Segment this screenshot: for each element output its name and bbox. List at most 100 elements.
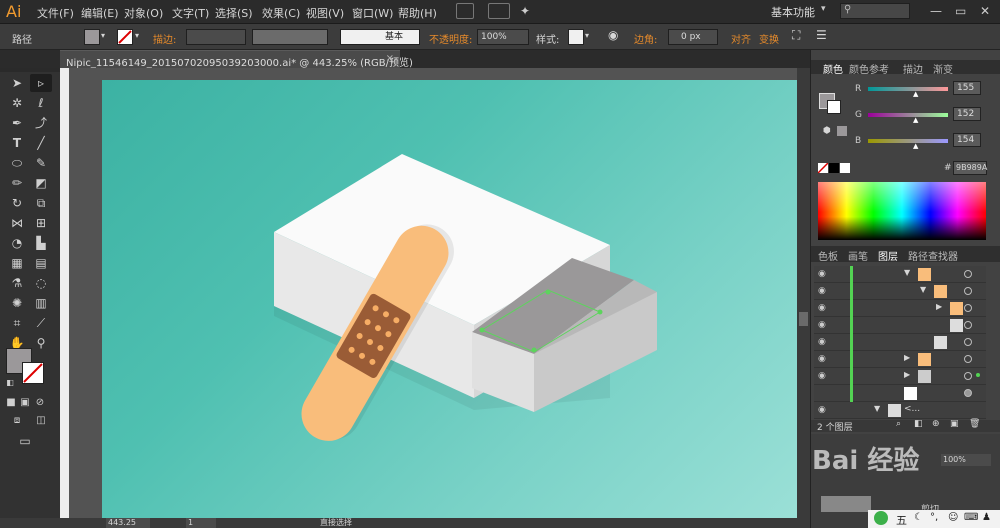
layer-row[interactable]: ◉ ▶ bbox=[814, 351, 986, 368]
color-stroke-swatch[interactable] bbox=[827, 100, 841, 114]
menu-type[interactable]: 文字(T) bbox=[172, 5, 209, 21]
chevron-down-icon[interactable]: ▾ bbox=[821, 4, 826, 14]
color-spectrum[interactable] bbox=[818, 182, 986, 240]
brush-definition[interactable]: 基本 bbox=[340, 29, 420, 45]
opacity-label[interactable]: 不透明度: bbox=[429, 31, 472, 46]
expand-arrow-icon[interactable]: ▶ bbox=[904, 370, 910, 379]
layer-row[interactable]: ◉ ▼ bbox=[814, 266, 986, 283]
layer-row[interactable]: ◉ ▼ bbox=[814, 283, 986, 300]
b-slider-handle[interactable]: ▲ bbox=[913, 142, 918, 150]
hex-field[interactable]: 9B989A bbox=[953, 161, 987, 175]
vertical-ruler[interactable] bbox=[60, 68, 69, 518]
expand-arrow-icon[interactable]: ▼ bbox=[904, 268, 910, 277]
gradient-tool-icon[interactable]: ▤ bbox=[30, 254, 52, 272]
mesh-tool-icon[interactable]: ▦ bbox=[6, 254, 28, 272]
corner-label[interactable]: 边角: bbox=[634, 31, 657, 46]
chevron-down-icon[interactable]: ▾ bbox=[585, 31, 589, 40]
out-of-gamut-icon[interactable]: ⬢ bbox=[823, 126, 831, 136]
maximize-icon[interactable]: ▭ bbox=[955, 4, 966, 18]
paintbrush-icon[interactable]: ✎ bbox=[30, 154, 52, 172]
g-slider[interactable] bbox=[868, 113, 948, 117]
recolor-icon[interactable]: ◉ bbox=[608, 28, 618, 42]
opacity-field[interactable]: 100% bbox=[477, 29, 529, 45]
target-circle-icon[interactable] bbox=[964, 304, 972, 312]
symbol-sprayer-icon[interactable]: ✺ bbox=[6, 294, 28, 312]
clipping-mask-icon[interactable]: ◧ bbox=[914, 419, 923, 429]
tab-pathfinder[interactable]: 路径查找器 bbox=[908, 248, 958, 263]
stroke-label[interactable]: 描边: bbox=[153, 31, 176, 46]
selection-tool-icon[interactable]: ➤ bbox=[6, 74, 28, 92]
eye-icon[interactable]: ◉ bbox=[818, 269, 830, 279]
lasso-icon[interactable]: ℓ bbox=[30, 94, 52, 112]
new-sublayer-icon[interactable]: ⊕ bbox=[932, 419, 940, 429]
eye-icon[interactable]: ◉ bbox=[818, 405, 830, 415]
black-swatch[interactable] bbox=[829, 163, 839, 173]
layer-row[interactable]: ◉ bbox=[814, 334, 986, 351]
pen-tool-icon[interactable]: ✒ bbox=[6, 114, 28, 132]
target-circle-icon[interactable] bbox=[964, 389, 972, 397]
close-icon[interactable]: ✕ bbox=[980, 4, 990, 18]
eye-icon[interactable]: ◉ bbox=[818, 337, 830, 347]
isolate-icon[interactable]: ⛶ bbox=[792, 28, 800, 43]
scrollbar-thumb[interactable] bbox=[799, 312, 808, 326]
expand-arrow-icon[interactable]: ▶ bbox=[936, 302, 942, 311]
punctuation-icon[interactable]: °, bbox=[930, 512, 938, 523]
chevron-down-icon[interactable]: ▾ bbox=[101, 31, 105, 40]
slice-tool-icon[interactable]: ⟋ bbox=[30, 314, 52, 332]
gamut-swatch[interactable] bbox=[837, 126, 847, 136]
corner-radius-field[interactable]: 0 px bbox=[668, 29, 718, 45]
g-value[interactable]: 152 bbox=[953, 107, 981, 121]
column-graph-icon[interactable]: ▥ bbox=[30, 294, 52, 312]
transform-link[interactable]: 变换 bbox=[759, 31, 779, 46]
new-layer-icon[interactable]: ▣ bbox=[950, 419, 959, 429]
vertical-scrollbar[interactable] bbox=[797, 68, 810, 518]
tab-swatches[interactable]: 色板 bbox=[818, 248, 838, 263]
expand-arrow-icon[interactable]: ▶ bbox=[904, 353, 910, 362]
opacity-zoom-field[interactable]: 100% bbox=[941, 454, 991, 466]
r-value[interactable]: 155 bbox=[953, 81, 981, 95]
stroke-color-box[interactable] bbox=[22, 362, 44, 384]
workspace-switcher[interactable]: 基本功能 bbox=[771, 4, 815, 20]
target-circle-icon[interactable] bbox=[964, 338, 972, 346]
eye-icon[interactable]: ◉ bbox=[818, 354, 830, 364]
shape-builder-icon[interactable]: ◔ bbox=[6, 234, 28, 252]
bridge-icon[interactable] bbox=[456, 3, 474, 19]
stroke-weight-field[interactable] bbox=[186, 29, 246, 45]
moon-icon[interactable]: ☾ bbox=[914, 512, 923, 523]
g-slider-handle[interactable]: ▲ bbox=[913, 116, 918, 124]
color-mode-icon[interactable]: ■ bbox=[4, 394, 18, 412]
eye-icon[interactable]: ◉ bbox=[818, 320, 830, 330]
gpu-icon[interactable]: ✦ bbox=[520, 4, 530, 18]
minimize-icon[interactable]: — bbox=[930, 4, 942, 18]
target-circle-icon[interactable] bbox=[964, 270, 972, 278]
layer-row[interactable]: ◉ bbox=[814, 317, 986, 334]
menu-edit[interactable]: 编辑(E) bbox=[81, 5, 119, 21]
line-tool-icon[interactable]: ╱ bbox=[30, 134, 52, 152]
none-color-swatch[interactable] bbox=[817, 162, 829, 174]
white-swatch[interactable] bbox=[840, 163, 850, 173]
align-link[interactable]: 对齐 bbox=[731, 31, 751, 46]
user-icon[interactable]: ♟ bbox=[982, 512, 991, 523]
layer-row[interactable]: ◉ ▼ <... bbox=[814, 402, 986, 419]
artboard-tool-icon[interactable]: ⌗ bbox=[6, 314, 28, 332]
r-slider[interactable] bbox=[868, 87, 948, 91]
eye-icon[interactable]: ◉ bbox=[818, 286, 830, 296]
layer-row[interactable]: ◉ ▶ bbox=[814, 300, 986, 317]
locate-object-icon[interactable]: ⌕ bbox=[896, 419, 901, 429]
document-tab[interactable]: Nipic_11546149_20150702095039203000.ai* … bbox=[60, 50, 413, 69]
expand-arrow-icon[interactable]: ▼ bbox=[874, 404, 880, 413]
draw-mode-icon[interactable]: ⧈ bbox=[6, 412, 28, 430]
eye-icon[interactable]: ◉ bbox=[818, 303, 830, 313]
menu-effect[interactable]: 效果(C) bbox=[262, 5, 300, 21]
menu-help[interactable]: 帮助(H) bbox=[398, 5, 437, 21]
graphic-style-swatch[interactable] bbox=[568, 29, 584, 45]
emoji-icon[interactable]: ☺ bbox=[948, 512, 958, 523]
expand-arrow-icon[interactable]: ▼ bbox=[920, 285, 926, 294]
layer-row[interactable] bbox=[814, 385, 986, 402]
type-tool-icon[interactable]: T bbox=[6, 134, 28, 152]
menu-window[interactable]: 窗口(W) bbox=[352, 5, 393, 21]
ime-mode[interactable]: 五 bbox=[896, 512, 907, 528]
search-input[interactable]: ⚲ bbox=[840, 3, 910, 19]
eraser-icon[interactable]: ◩ bbox=[30, 174, 52, 192]
target-circle-icon[interactable] bbox=[964, 287, 972, 295]
